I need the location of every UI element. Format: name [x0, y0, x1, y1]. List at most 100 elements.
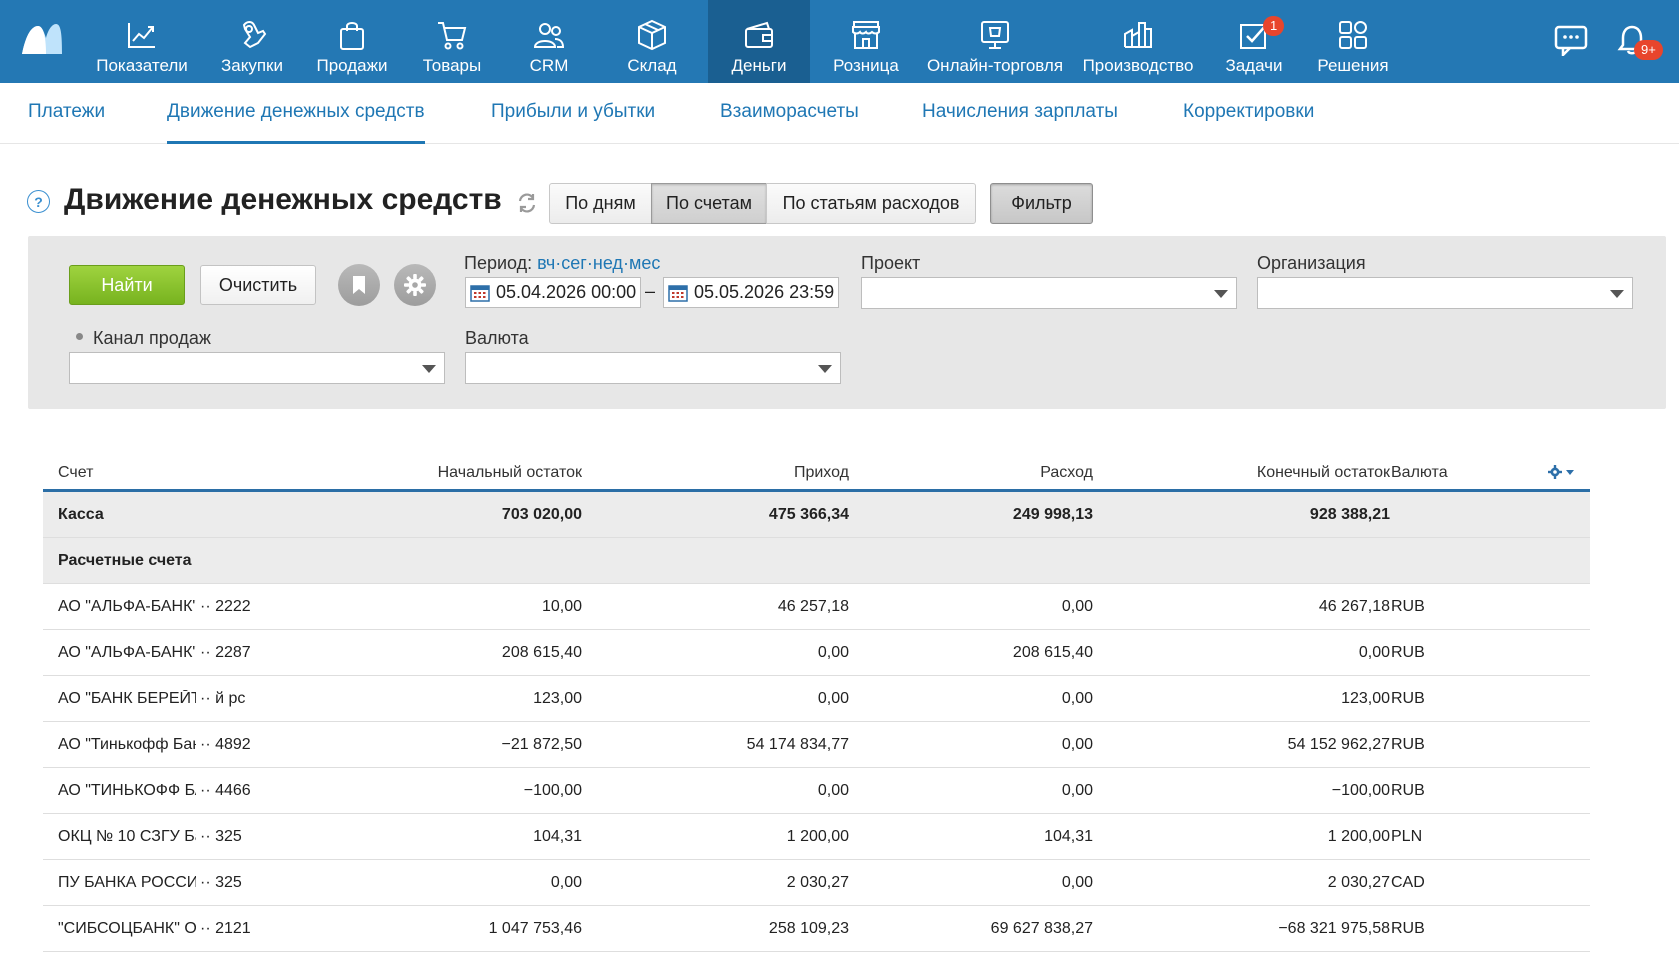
cart-icon — [435, 18, 469, 52]
bookmark-icon[interactable] — [338, 264, 380, 306]
column-header-expense[interactable]: Расход — [1040, 464, 1093, 482]
start-balance: 0,00 — [550, 874, 582, 891]
expense: 0,00 — [1061, 782, 1093, 799]
view-by-expense-items-button[interactable]: По статьям расходов — [766, 183, 976, 224]
table-row[interactable]: АО "Тинькофф Банк"·· 4892 −21 872,50 54 17… — [43, 722, 1590, 768]
column-header-currency[interactable]: Валюта — [1391, 464, 1448, 482]
view-by-accounts-button[interactable]: По счетам — [651, 183, 767, 224]
income: 475 366,34 — [768, 506, 849, 523]
end-balance: 123,00 — [1341, 690, 1390, 707]
currency: RUB — [1391, 690, 1425, 707]
period-link-week[interactable]: нед — [593, 253, 623, 273]
nav-item-7[interactable]: Розница — [820, 0, 912, 83]
table-row[interactable]: ОКЦ № 10 СЗГУ Банка·· 325 104,31 1 200,00 1… — [43, 814, 1590, 860]
tab-payroll[interactable]: Начисления зарплаты — [922, 83, 1118, 144]
nav-item-3[interactable]: Товары — [411, 0, 493, 83]
refresh-icon[interactable] — [516, 192, 538, 214]
currency-select[interactable] — [465, 352, 841, 384]
column-header-income[interactable]: Приход — [794, 464, 849, 482]
nav-item-label: Склад — [627, 56, 677, 75]
chart-line-icon — [125, 18, 159, 52]
income: 2 030,27 — [786, 874, 849, 891]
currency: PLN — [1391, 828, 1423, 845]
nav-item-11[interactable]: Решения — [1308, 0, 1398, 83]
nav-item-9[interactable]: Производство — [1077, 0, 1199, 83]
tab-adjustments[interactable]: Корректировки — [1183, 83, 1314, 144]
income: 0,00 — [817, 782, 849, 799]
sales-channel-select[interactable] — [69, 352, 445, 384]
chevron-down-icon — [1610, 290, 1624, 298]
income: 54 174 834,77 — [746, 736, 849, 753]
calendar-icon — [470, 284, 490, 302]
bullet-icon — [76, 333, 83, 340]
income: 0,00 — [817, 644, 849, 661]
table-header: Счет Начальный остаток Приход Расход Кон… — [43, 455, 1590, 492]
account-name: АО "ТИНЬКОФФ БАНК" — [58, 782, 196, 799]
period-link-month[interactable]: мес — [629, 253, 660, 273]
expense: 0,00 — [1061, 874, 1093, 891]
table-row[interactable]: ПУ БАНКА РОССИИ ·· 325 0,00 2 030,27 0,00 2 0… — [43, 860, 1590, 906]
income: 258 109,23 — [768, 920, 849, 937]
nav-item-label: Продажи — [316, 56, 388, 75]
account-name: ОКЦ № 10 СЗГУ Банка — [58, 828, 196, 845]
end-balance: −100,00 — [1331, 782, 1390, 799]
apps-grid-icon — [1336, 18, 1370, 52]
column-header-start-balance[interactable]: Начальный остаток — [438, 464, 582, 482]
nav-item-2[interactable]: Продажи — [308, 0, 396, 83]
tab-cash-flow[interactable]: Движение денежных средств — [167, 83, 425, 144]
nav-item-0[interactable]: Показатели — [90, 0, 194, 83]
nav-item-4[interactable]: CRM — [506, 0, 592, 83]
view-by-days-button[interactable]: По дням — [549, 183, 652, 224]
currency: RUB — [1391, 598, 1425, 615]
currency-label: Валюта — [465, 328, 529, 348]
tab-settlements[interactable]: Взаиморасчеты — [720, 83, 859, 144]
nav-item-1[interactable]: Закупки — [208, 0, 296, 83]
nav-item-label: Деньги — [731, 56, 787, 75]
nav-item-5[interactable]: Склад — [609, 0, 695, 83]
start-balance: 703 020,00 — [501, 506, 582, 523]
expense: 0,00 — [1061, 736, 1093, 753]
end-balance: 1 200,00 — [1327, 828, 1390, 845]
chevron-down-icon — [422, 365, 436, 373]
nav-item-6[interactable]: Деньги — [708, 0, 810, 83]
notifications-bell-icon[interactable]: 9+ — [1612, 20, 1663, 60]
organization-select[interactable] — [1257, 277, 1633, 309]
clear-button[interactable]: Очистить — [200, 265, 316, 305]
date-from-field[interactable]: 05.04.2026 00:00 — [465, 277, 641, 308]
project-label: Проект — [861, 253, 921, 273]
table-row[interactable]: АО "БАНК БЕРЕЙТ" ·· й рс 123,00 0,00 0,00 123… — [43, 676, 1590, 722]
period-link-today[interactable]: сег — [561, 253, 587, 273]
column-settings-gear-icon[interactable] — [1547, 464, 1577, 480]
help-icon[interactable]: ? — [27, 190, 50, 213]
table-row[interactable]: "СИБСОЦБАНК" ООО·· 2121 1 047 753,46 258 1… — [43, 906, 1590, 952]
top-navigation-bar: Показатели Закупки Продажи Товары CRM Склад Де… — [0, 0, 1679, 83]
table-row-cash[interactable]: Касса 703 020,00 475 366,34 249 998,13 928 3… — [43, 492, 1590, 538]
table-row[interactable]: АО "АЛЬФА-БАНК" ·· 2222 10,00 46 257,18 0,00… — [43, 584, 1590, 630]
table-row[interactable]: АО "АЛЬФА-БАНК" ·· 2287 208 615,40 0,00 208 … — [43, 630, 1590, 676]
tab-profit-loss[interactable]: Прибыли и убытки — [491, 83, 655, 144]
nav-item-8[interactable]: Онлайн-торговля — [923, 0, 1067, 83]
expense: 104,31 — [1044, 828, 1093, 845]
find-button[interactable]: Найти — [69, 265, 185, 305]
settings-gear-icon[interactable] — [394, 264, 436, 306]
filter-toggle-button[interactable]: Фильтр — [990, 183, 1093, 224]
app-logo-icon[interactable] — [20, 20, 64, 56]
column-header-end-balance[interactable]: Конечный остаток — [1257, 464, 1390, 482]
account-name: АО "АЛЬФА-БАНК" — [58, 644, 196, 661]
period-link-yesterday[interactable]: вч — [537, 253, 555, 273]
start-balance: 123,00 — [533, 690, 582, 707]
date-to-field[interactable]: 05.05.2026 23:59 — [663, 277, 839, 308]
currency: RUB — [1391, 920, 1425, 937]
tab-payments[interactable]: Платежи — [28, 83, 105, 144]
project-select[interactable] — [861, 277, 1237, 309]
column-header-account[interactable]: Счет — [58, 464, 93, 482]
start-balance: −21 872,50 — [501, 736, 582, 753]
table-row[interactable]: АО "ТИНЬКОФФ БАНК"·· 4466 −100,00 0,00 0,00… — [43, 768, 1590, 814]
account-number: ·· 2287 — [200, 644, 251, 661]
end-balance: 54 152 962,27 — [1287, 736, 1390, 753]
nav-item-10[interactable]: 1 Задачи — [1211, 0, 1297, 83]
chat-icon[interactable] — [1551, 20, 1591, 60]
account-name: Касса — [58, 506, 104, 523]
income: 1 200,00 — [786, 828, 849, 845]
shopping-bag-icon — [335, 18, 369, 52]
